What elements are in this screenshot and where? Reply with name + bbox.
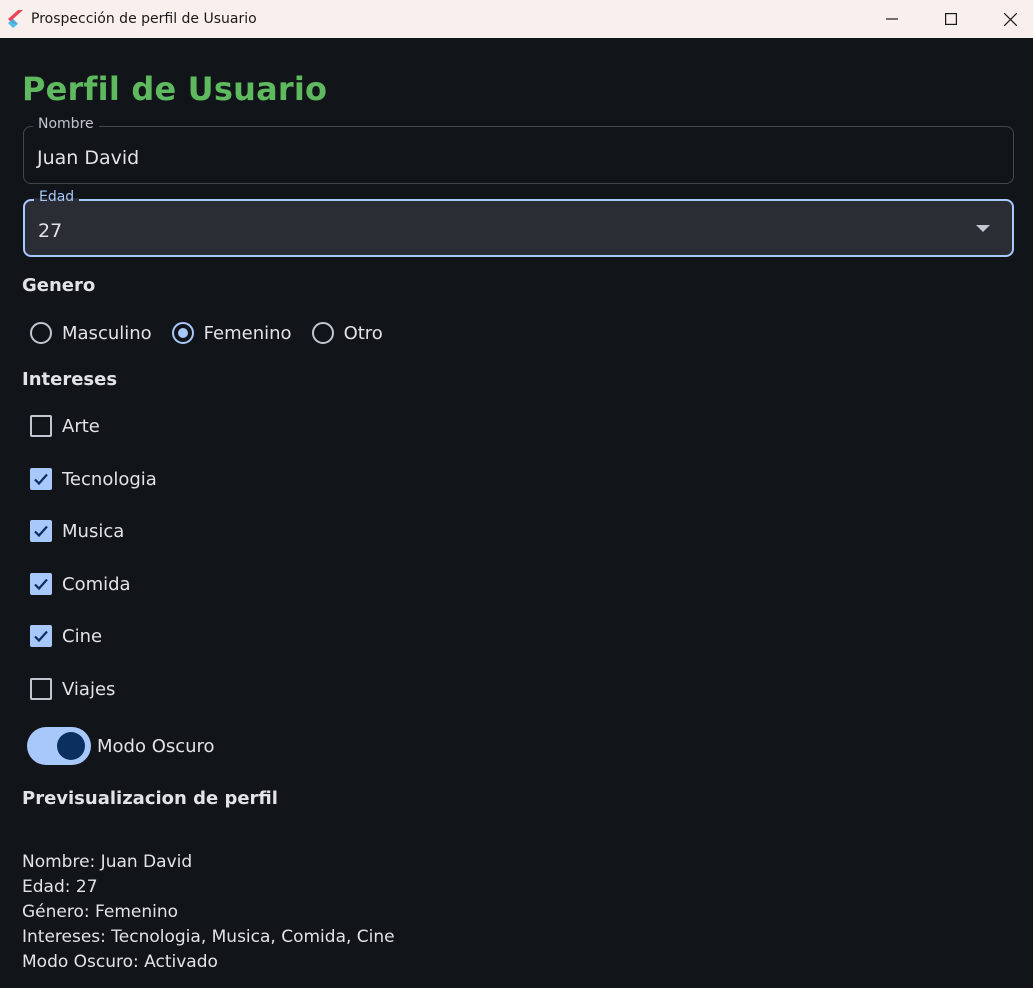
- preview-line-edad: Edad: 27: [22, 877, 98, 897]
- minimize-icon: [886, 18, 898, 20]
- preview-heading: Previsualizacion de perfil: [22, 788, 278, 809]
- radio-option-masculino[interactable]: Masculino: [30, 322, 152, 344]
- checkbox-tecnologia[interactable]: [30, 468, 52, 490]
- profile-preview: Nombre: Juan David Edad: 27 Género: Feme…: [22, 850, 395, 975]
- nombre-field-label: Nombre: [33, 116, 99, 132]
- genero-heading: Genero: [22, 275, 96, 296]
- edad-dropdown[interactable]: Edad 27: [23, 189, 1014, 257]
- preview-line-modo-oscuro: Modo Oscuro: Activado: [22, 952, 218, 972]
- checkbox-label-arte[interactable]: Arte: [62, 416, 100, 437]
- genero-radio-group: Masculino Femenino Otro: [30, 320, 403, 346]
- window-title: Prospección de perfil de Usuario: [31, 11, 257, 27]
- radio-otro[interactable]: [311, 322, 334, 344]
- radio-label-otro[interactable]: Otro: [344, 323, 383, 344]
- radio-masculino[interactable]: [30, 322, 52, 344]
- page-title: Perfil de Usuario: [22, 70, 328, 108]
- radio-label-femenino[interactable]: Femenino: [204, 323, 292, 344]
- window-titlebar: Prospección de perfil de Usuario: [0, 0, 1033, 38]
- radio-option-femenino[interactable]: Femenino: [171, 322, 292, 344]
- nombre-field-value[interactable]: Juan David: [37, 147, 139, 169]
- checkbox-row-tecnologia[interactable]: Tecnologia: [30, 466, 157, 492]
- checkbox-viajes[interactable]: [30, 678, 52, 700]
- minimize-button[interactable]: [864, 0, 920, 38]
- checkmark-icon: [34, 473, 48, 486]
- edad-dropdown-value[interactable]: 27: [38, 220, 62, 242]
- flutter-logo-icon: [8, 10, 23, 28]
- modo-oscuro-row[interactable]: Modo Oscuro: [27, 726, 215, 766]
- radio-femenino[interactable]: [171, 322, 194, 344]
- checkbox-label-cine[interactable]: Cine: [62, 626, 102, 647]
- edad-dropdown-label: Edad: [34, 189, 80, 205]
- checkbox-label-comida[interactable]: Comida: [62, 574, 131, 595]
- preview-line-intereses: Intereses: Tecnologia, Musica, Comida, C…: [22, 927, 395, 947]
- checkmark-icon: [34, 630, 48, 643]
- checkbox-arte[interactable]: [30, 415, 52, 437]
- radio-label-masculino[interactable]: Masculino: [62, 323, 152, 344]
- checkmark-icon: [34, 578, 48, 591]
- preview-line-nombre: Nombre: Juan David: [22, 852, 193, 872]
- checkbox-row-cine[interactable]: Cine: [30, 623, 102, 649]
- close-icon: [1003, 12, 1017, 26]
- close-button[interactable]: [982, 0, 1033, 38]
- checkbox-musica[interactable]: [30, 520, 52, 542]
- checkmark-icon: [34, 525, 48, 538]
- checkbox-row-musica[interactable]: Musica: [30, 518, 124, 544]
- checkbox-label-musica[interactable]: Musica: [62, 521, 124, 542]
- checkbox-row-viajes[interactable]: Viajes: [30, 676, 115, 702]
- checkbox-comida[interactable]: [30, 573, 52, 595]
- checkbox-row-comida[interactable]: Comida: [30, 571, 131, 597]
- maximize-icon: [945, 13, 957, 25]
- intereses-heading: Intereses: [22, 369, 118, 390]
- switch-thumb[interactable]: [57, 732, 85, 760]
- dropdown-arrow-icon[interactable]: [976, 225, 990, 232]
- checkbox-label-tecnologia[interactable]: Tecnologia: [62, 469, 157, 490]
- checkbox-cine[interactable]: [30, 625, 52, 647]
- modo-oscuro-switch[interactable]: [27, 727, 91, 765]
- preview-line-genero: Género: Femenino: [22, 902, 179, 922]
- modo-oscuro-label[interactable]: Modo Oscuro: [97, 736, 215, 757]
- checkbox-row-arte[interactable]: Arte: [30, 413, 100, 439]
- maximize-button[interactable]: [923, 0, 979, 38]
- checkbox-label-viajes[interactable]: Viajes: [62, 679, 115, 700]
- nombre-field[interactable]: Nombre Juan David: [23, 116, 1014, 184]
- radio-option-otro[interactable]: Otro: [311, 322, 383, 344]
